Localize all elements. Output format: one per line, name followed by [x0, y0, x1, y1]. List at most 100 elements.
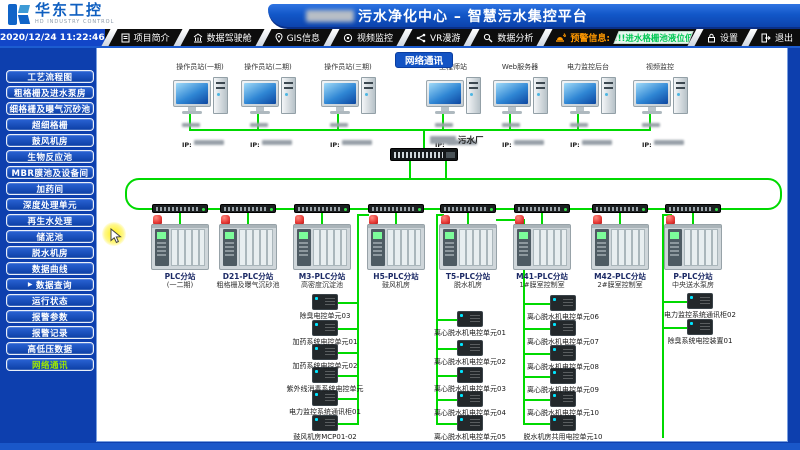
redacted-text — [330, 123, 348, 127]
plc-node: M41-PLC分站 1#膜室控制室 — [497, 224, 587, 289]
sidebar-item-network-comm[interactable]: 网络通讯 — [6, 358, 94, 371]
tower-icon — [673, 77, 688, 114]
alarm-beacon-icon — [593, 215, 602, 224]
redacted-ip — [342, 140, 372, 145]
net-line — [337, 398, 357, 400]
field-switch-icon — [152, 204, 208, 213]
sidebar-item-fine-screen[interactable]: 细格栅及曝气沉砂池 — [6, 102, 94, 115]
menu-item-data-cockpit[interactable]: 数据驾驶舱 — [186, 29, 259, 46]
plc-icon — [219, 224, 277, 270]
cabinet-icon — [550, 320, 576, 336]
cabinet-label: 电力监控系统通讯柜02 — [640, 310, 760, 320]
camera-icon — [343, 33, 353, 43]
sidebar-item-dosing-room[interactable]: 加药间 — [6, 182, 94, 195]
menu-label: VR漫游 — [430, 31, 460, 44]
alarm-beacon-icon — [153, 215, 162, 224]
title-banner: 污水净化中心 – 智慧污水集控平台 — [268, 4, 800, 29]
sidebar-item-data-curves[interactable]: 数据曲线 — [6, 262, 94, 275]
sidebar-item-coarse-screen[interactable]: 粗格栅及进水泵房 — [6, 86, 94, 99]
sidebar-item-advanced-treatment[interactable]: 深度处理单元 — [6, 198, 94, 211]
sidebar-item-data-query[interactable]: ▶数据查询 — [6, 278, 94, 291]
brand-name: 华东工控 — [35, 3, 114, 18]
menu-item-gis-info[interactable]: GIS信息 — [268, 29, 327, 46]
mouse-cursor-icon — [110, 228, 124, 248]
sidebar-item-blower-room[interactable]: 鼓风机房 — [6, 134, 94, 147]
sidebar-item-run-status[interactable]: 运行状态 — [6, 294, 94, 307]
sidebar-item-alarm-log[interactable]: 报警记录 — [6, 326, 94, 339]
net-line — [525, 303, 550, 305]
redacted-text — [182, 123, 200, 127]
sidebar-item-dewatering-room[interactable]: 脱水机房 — [6, 246, 94, 259]
plc-node: P-PLC分站 中央送水泵房 — [648, 224, 738, 289]
computer-icon — [618, 72, 702, 114]
redacted-plant-prefix — [430, 136, 456, 144]
workstation-node: 视频监控 IP: — [618, 62, 702, 152]
menu-item-project-intro[interactable]: 项目简介 — [114, 29, 177, 46]
map-pin-icon — [275, 33, 283, 43]
monitor-icon — [241, 80, 279, 114]
cabinet-icon — [687, 319, 713, 335]
cabinet-label: 离心脱水机电控单元07 — [503, 337, 623, 347]
net-line — [438, 399, 457, 401]
menu-item-video-monitor[interactable]: 视频监控 — [336, 29, 400, 46]
sidebar-item-bio-reactor[interactable]: 生物反应池 — [6, 150, 94, 163]
field-switch-icon — [592, 204, 648, 213]
cabinet-label: 离心脱水机电控单元08 — [503, 362, 623, 372]
net-line — [525, 423, 550, 425]
alarm-beacon-icon — [369, 215, 378, 224]
field-switch-icon — [368, 204, 424, 213]
plc-icon — [664, 224, 722, 270]
monitor-icon — [561, 80, 599, 114]
redacted-ip — [582, 140, 612, 145]
redacted-text — [570, 123, 588, 127]
computer-icon — [306, 72, 390, 114]
cabinet-label: 除臭电控单元03 — [265, 311, 385, 321]
ip-label: IP: — [570, 141, 580, 149]
workstation-node: 操作员站(三期) IP: — [306, 62, 390, 152]
alarm-beacon-icon — [666, 215, 675, 224]
cabinet-icon — [312, 294, 338, 310]
tower-icon — [281, 77, 296, 114]
cabinet-label: 脱水机房共用电控单元10 — [503, 432, 623, 442]
header-rule — [0, 46, 800, 48]
net-line — [541, 213, 543, 224]
sidebar-item-alarm-params[interactable]: 报警参数 — [6, 310, 94, 323]
monitor-icon — [321, 80, 359, 114]
computer-icon — [226, 72, 310, 114]
sidebar-item-mbr[interactable]: MBR膜池及设备间 — [6, 166, 94, 179]
net-line — [467, 213, 469, 224]
menu-item-data-analysis[interactable]: 数据分析 — [476, 29, 540, 46]
dashboard-icon — [193, 33, 203, 43]
sidebar-item-sludge-tank[interactable]: 储泥池 — [6, 230, 94, 243]
net-line — [438, 348, 457, 350]
sidebar-item-hv-lv-data[interactable]: 高低压数据 — [6, 342, 94, 355]
cabinet-icon — [312, 415, 338, 431]
monitor-icon — [493, 80, 531, 114]
cabinet-icon — [550, 345, 576, 361]
menu-label: GIS信息 — [287, 31, 320, 44]
net-line — [438, 319, 457, 321]
cabinet-icon — [550, 295, 576, 311]
field-switch-icon — [220, 204, 276, 213]
monitor-icon — [426, 80, 464, 114]
ip-line: IP: — [226, 115, 310, 152]
cabinet-label: 离心脱水机电控单元06 — [503, 312, 623, 322]
play-arrow-icon: ▶ — [28, 281, 33, 288]
workstation-label: 操作员站(三期) — [306, 62, 390, 72]
redacted-ip — [262, 140, 292, 145]
plc-icon — [439, 224, 497, 270]
menu-item-settings[interactable]: 设置 — [700, 29, 745, 46]
net-line — [179, 213, 181, 224]
menu-item-vr-tour[interactable]: VR漫游 — [409, 29, 467, 46]
sidebar-item-process-flow[interactable]: 工艺流程图 — [6, 70, 94, 83]
menu-item-exit[interactable]: 退出 — [754, 29, 800, 46]
sidebar-item-ultrafine-screen[interactable]: 超细格栅 — [6, 118, 94, 131]
menu-label: 数据驾驶舱 — [207, 31, 252, 44]
plc-icon — [591, 224, 649, 270]
net-line — [525, 353, 550, 355]
sidebar-item-reclaimed-water[interactable]: 再生水处理 — [6, 214, 94, 227]
net-line — [525, 399, 550, 401]
net-line — [664, 327, 687, 329]
alert-label-group: 预警信息: — [549, 29, 616, 46]
cabinet-label: 离心脱水机电控单元10 — [503, 408, 623, 418]
